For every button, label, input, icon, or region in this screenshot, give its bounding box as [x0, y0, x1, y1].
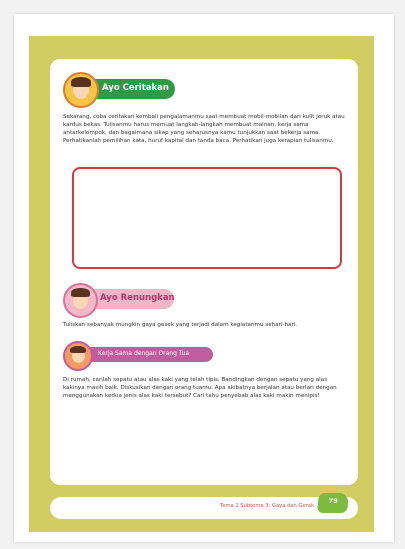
page-footer: Tema 2 Subtema 3: Gaya dan Gerak 79 — [50, 493, 358, 519]
page-number: 79 — [328, 497, 338, 505]
hair-shape — [70, 77, 92, 87]
girl-thinking-icon — [63, 283, 98, 318]
ceritakan-instructions: Sekarang, coba ceritakan kembali pengala… — [63, 114, 345, 144]
answer-box[interactable] — [72, 167, 342, 269]
renungkan-instructions: Tuliskan sebanyak mungkin gaya gesek yan… — [63, 322, 298, 328]
page-number-tag: 79 — [316, 493, 350, 513]
girl-writing-icon — [63, 72, 99, 108]
section-title-kerja-sama-label: Kerja Sama dengan Orang Tua — [98, 350, 190, 357]
footer-subtheme: Tema 2 Subtema 3: Gaya dan Gerak — [219, 503, 314, 509]
hair-shape — [70, 288, 91, 298]
family-icon — [63, 341, 93, 371]
hair-shape — [69, 345, 87, 354]
kerja-sama-instructions: Di rumah, carilah sepatu atau alas kaki … — [63, 377, 337, 399]
section-title-ceritakan-label: Ayo Ceritakan — [102, 83, 169, 93]
section-title-renungkan-label: Ayo Renungkan — [100, 293, 175, 303]
